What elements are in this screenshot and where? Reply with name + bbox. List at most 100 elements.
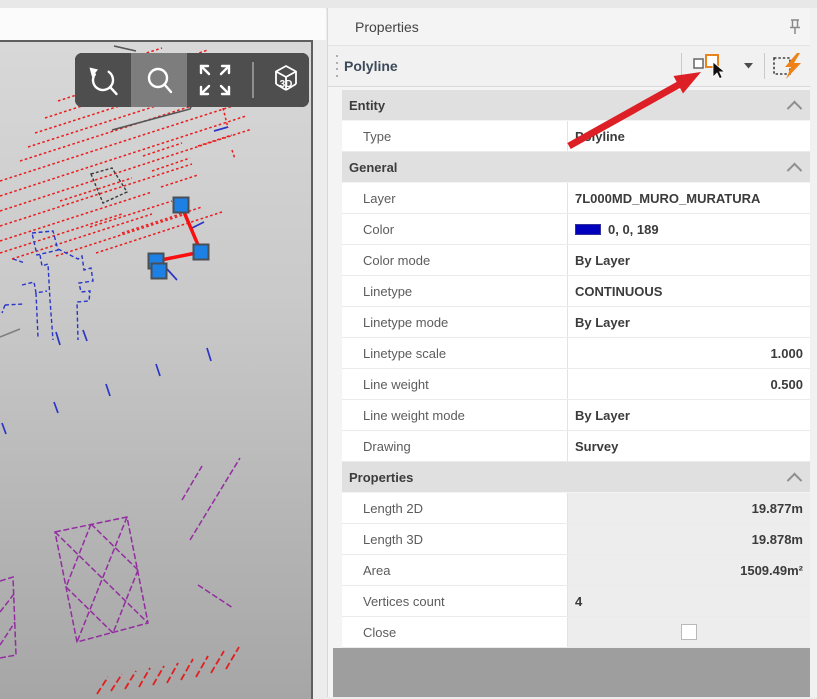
entity-toolbar: Polyline: [328, 46, 817, 87]
property-row-line-weight-mode: Line weight modeBy Layer: [342, 400, 810, 431]
section-title: Entity: [349, 98, 789, 113]
properties-panel: Properties Polyline: [327, 8, 817, 697]
property-value-layer[interactable]: 7L000MD_MURO_MURATURA: [568, 183, 810, 213]
property-row-close: Close: [342, 617, 810, 648]
select-options-dropdown[interactable]: [738, 49, 760, 83]
section-title: Properties: [349, 470, 789, 485]
entity-type-label: Polyline: [344, 58, 398, 74]
drag-handle-icon[interactable]: [333, 55, 341, 77]
property-label: Linetype mode: [342, 307, 568, 337]
svg-text:3D: 3D: [280, 79, 293, 90]
property-value-color-mode[interactable]: By Layer: [568, 245, 810, 275]
zoom-previous-icon: [75, 53, 131, 107]
canvas-view-toolbar: 3D: [75, 53, 309, 107]
collapse-chevron-icon[interactable]: [787, 162, 803, 178]
property-label: Line weight mode: [342, 400, 568, 430]
selection-grips: [149, 198, 209, 279]
property-label: Length 3D: [342, 524, 568, 554]
property-row-length-3d: Length 3D 19.878m: [342, 524, 810, 555]
property-value-line-weight[interactable]: 0.500: [568, 369, 810, 399]
property-row-linetype-mode: Linetype mode By Layer: [342, 307, 810, 338]
toolbar-separator: [243, 53, 263, 107]
selection-lightning-icon: [772, 51, 806, 81]
property-value-length-2d[interactable]: 19.877m: [568, 493, 810, 523]
property-label: Drawing: [342, 431, 568, 461]
property-value-text: Survey: [575, 439, 618, 454]
quick-select-button[interactable]: [769, 49, 809, 83]
property-row-type: Type Polyline: [342, 121, 810, 152]
property-row-color: Color 0, 0, 189: [342, 214, 810, 245]
section-header-entity[interactable]: Entity: [342, 90, 810, 120]
property-value-text: Polyline: [575, 129, 625, 144]
collapse-chevron-icon[interactable]: [787, 472, 803, 488]
property-value-length-3d[interactable]: 19.878m: [568, 524, 810, 554]
property-value-text: 19.878m: [752, 532, 803, 547]
properties-table: Entity Type Polyline General Layer 7L000MD_MU…: [342, 90, 810, 648]
zoom-previous-button[interactable]: [75, 53, 131, 107]
property-label: Linetype: [342, 276, 568, 306]
property-row-line-weight: Line weight 0.500: [342, 369, 810, 400]
separator: [764, 53, 765, 79]
property-value-drawing[interactable]: Survey: [568, 431, 810, 461]
property-value-text: 1509.49m²: [740, 563, 803, 578]
property-value-line-weight-mode[interactable]: By Layer: [568, 400, 810, 430]
select-entities-button[interactable]: [686, 49, 738, 83]
property-row-layer: Layer 7L000MD_MURO_MURATURA: [342, 183, 810, 214]
property-row-linetype: Linetype CONTINUOUS: [342, 276, 810, 307]
section-header-general[interactable]: General: [342, 152, 810, 182]
property-row-area: Area 1509.49m²: [342, 555, 810, 586]
property-label: Color: [342, 214, 568, 244]
property-value-text: 4: [575, 594, 582, 609]
panel-right-strip: [810, 8, 817, 697]
property-label: Vertices count: [342, 586, 568, 616]
section-header-properties[interactable]: Properties: [342, 462, 810, 492]
zoom-icon: [131, 53, 187, 107]
property-label: Area: [342, 555, 568, 585]
property-value-area[interactable]: 1509.49m²: [568, 555, 810, 585]
property-label: Line weight: [342, 369, 568, 399]
property-value-vertices-count[interactable]: 4: [568, 586, 810, 616]
property-label: Color mode: [342, 245, 568, 275]
purple-crosshatch: [0, 458, 240, 658]
property-value-text: 19.877m: [752, 501, 803, 516]
panel-empty-area: [333, 648, 812, 697]
zoom-extents-button[interactable]: [187, 53, 243, 107]
property-value-text: CONTINUOUS: [575, 284, 662, 299]
separator: [681, 53, 682, 79]
view-3d-cube-icon: 3D: [263, 53, 309, 107]
property-value-linetype-scale[interactable]: 1.000: [568, 338, 810, 368]
property-value-type[interactable]: Polyline: [568, 121, 810, 151]
property-label: Linetype scale: [342, 338, 568, 368]
property-value-text: 7L000MD_MURO_MURATURA: [575, 191, 760, 206]
property-value-color[interactable]: 0, 0, 189: [568, 214, 810, 244]
section-title: General: [349, 160, 789, 175]
panel-header: Properties: [328, 8, 817, 46]
property-label: Close: [342, 617, 568, 647]
panel-title: Properties: [355, 19, 419, 35]
red-hatch-bottom: [97, 647, 239, 694]
property-label: Length 2D: [342, 493, 568, 523]
property-value-text: 0.500: [770, 377, 803, 392]
canvas-drawing: [0, 42, 311, 697]
canvas-margin: [0, 8, 326, 40]
property-value-text: 1.000: [770, 346, 803, 361]
collapse-chevron-icon[interactable]: [787, 100, 803, 116]
property-value-text: By Layer: [575, 315, 630, 330]
property-label: Type: [342, 121, 568, 151]
property-value-linetype-mode[interactable]: By Layer: [568, 307, 810, 337]
property-row-linetype-scale: Linetype scale 1.000: [342, 338, 810, 369]
select-entities-icon: [691, 51, 733, 81]
close-checkbox[interactable]: [681, 624, 697, 640]
property-row-vertices-count: Vertices count 4: [342, 586, 810, 617]
property-value-text: 0, 0, 189: [608, 222, 659, 237]
color-swatch: [575, 224, 601, 235]
property-value-text: By Layer: [575, 253, 630, 268]
drawing-canvas[interactable]: 3D: [0, 40, 313, 699]
zoom-button[interactable]: [131, 53, 187, 107]
view-3d-button[interactable]: 3D: [263, 53, 309, 107]
property-label: Layer: [342, 183, 568, 213]
property-value-linetype[interactable]: CONTINUOUS: [568, 276, 810, 306]
property-value-close[interactable]: [568, 617, 810, 647]
zoom-extents-icon: [187, 53, 243, 107]
pin-icon[interactable]: [787, 18, 803, 36]
